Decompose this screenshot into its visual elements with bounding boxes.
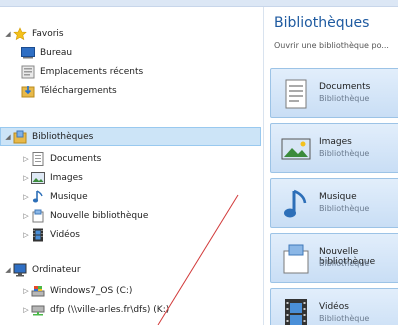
tile-name: Vidéos [319, 302, 349, 312]
tile-type: Bibliothèque [319, 94, 370, 103]
library-tile-videos[interactable]: Vidéos Bibliothèque [270, 288, 398, 325]
page-title: Bibliothèques [274, 15, 370, 31]
new-library-icon [279, 242, 313, 276]
film-strip-icon [279, 297, 313, 325]
tile-name: Images [319, 137, 352, 147]
content-pane: Bibliothèques Ouvrir une bibliothèque po… [264, 7, 398, 325]
documents-icon [279, 77, 313, 111]
library-tile-new-library[interactable]: Nouvelle bibliothèque Bibliothèque [270, 233, 398, 283]
tile-name: Musique [319, 192, 357, 202]
tile-type: Bibliothèque [319, 149, 370, 158]
tile-type: Bibliothèque [319, 259, 370, 268]
page-subtitle: Ouvrir une bibliothèque po... [274, 41, 389, 50]
window-top-strip [0, 0, 398, 7]
library-tile-music[interactable]: Musique Bibliothèque [270, 178, 398, 228]
images-icon [279, 132, 313, 166]
library-tile-documents[interactable]: Documents Bibliothèque [270, 68, 398, 118]
library-tile-images[interactable]: Images Bibliothèque [270, 123, 398, 173]
music-note-icon [279, 187, 313, 221]
navigation-pane: ◢ Favoris Bureau Emplacements récents Té… [0, 7, 263, 325]
tile-name: Documents [319, 82, 371, 92]
tile-type: Bibliothèque [319, 204, 370, 213]
annotation-line [157, 194, 239, 325]
tile-type: Bibliothèque [319, 314, 370, 323]
